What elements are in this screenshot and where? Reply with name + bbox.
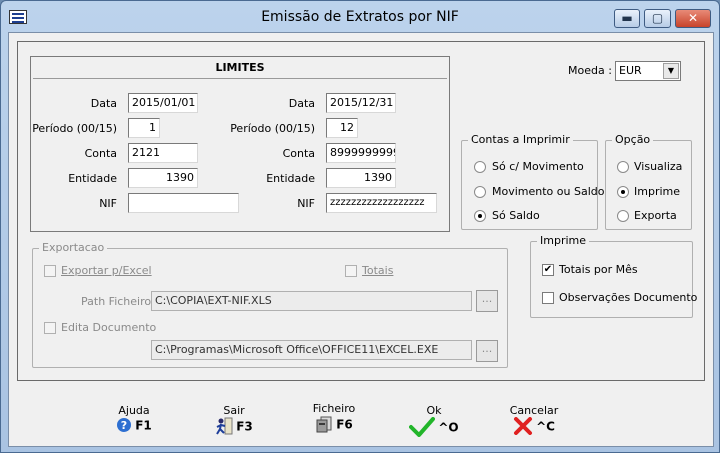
totais-mes-checkbox[interactable]: ✔: [542, 264, 554, 276]
exportar-checkbox[interactable]: [44, 265, 56, 277]
exit-button[interactable]: Sair F3: [199, 404, 269, 438]
limites-title: LIMITES: [33, 59, 447, 79]
file-key: F6: [336, 417, 353, 432]
observacoes-label: Observações Documento: [559, 291, 698, 304]
moeda-select[interactable]: EUR ▼: [615, 61, 681, 81]
edita-checkbox[interactable]: [44, 322, 56, 334]
opcao-group: Opção Visualiza Imprime Exporta: [605, 133, 692, 230]
contas-radio-1[interactable]: [474, 186, 486, 198]
exit-icon: [215, 417, 233, 438]
help-button[interactable]: Ajuda ? F1: [99, 404, 169, 436]
dialog-client: LIMITES Data 2015/01/01 Período (00/15) …: [8, 32, 714, 447]
contas-radio-0[interactable]: [474, 161, 486, 173]
ok-icon: [409, 417, 436, 440]
exit-caption: Sair: [223, 404, 245, 417]
chevron-down-icon[interactable]: ▼: [663, 63, 679, 79]
label-data-to: Data: [288, 97, 315, 110]
opcao-label-1: Imprime: [634, 185, 681, 198]
totais-label: Totais: [362, 264, 394, 277]
edita-label: Edita Documento: [61, 321, 157, 334]
data-to-input[interactable]: 2015/12/31: [326, 93, 396, 113]
label-periodo-to: Período (00/15): [230, 122, 315, 135]
exe-input[interactable]: C:\Programas\Microsoft Office\OFFICE11\E…: [151, 340, 472, 360]
opcao-label-0: Visualiza: [634, 160, 683, 173]
help-icon: ?: [116, 417, 132, 436]
ok-caption: Ok: [426, 404, 442, 417]
contas-radio-2[interactable]: [474, 210, 486, 222]
file-caption: Ficheiro: [312, 402, 356, 415]
path-browse-button[interactable]: ...: [476, 290, 498, 312]
contas-title: Contas a Imprimir: [468, 133, 573, 146]
minimize-button[interactable]: ▬: [614, 9, 640, 28]
label-entidade-from: Entidade: [68, 172, 117, 185]
periodo-from-input[interactable]: 1: [128, 118, 160, 138]
totais-checkbox[interactable]: [345, 265, 357, 277]
contas-label-0: Só c/ Movimento: [492, 160, 584, 173]
conta-from-input[interactable]: 2121: [128, 143, 198, 163]
file-icon: [315, 415, 333, 436]
label-conta-from: Conta: [84, 147, 117, 160]
exportacao-title: Exportacao: [39, 241, 108, 254]
ok-key: ^O: [438, 420, 459, 435]
moeda-label: Moeda :: [568, 64, 612, 77]
opcao-title: Opção: [612, 133, 654, 146]
observacoes-checkbox[interactable]: [542, 292, 554, 304]
help-caption: Ajuda: [118, 404, 150, 417]
opcao-radio-0[interactable]: [617, 161, 629, 173]
totais-mes-label: Totais por Mês: [559, 263, 638, 276]
exe-browse-button[interactable]: ...: [476, 340, 498, 362]
entidade-to-input[interactable]: 1390: [326, 168, 396, 188]
entidade-from-input[interactable]: 1390: [128, 168, 198, 188]
label-conta-to: Conta: [282, 147, 315, 160]
file-button[interactable]: Ficheiro F6: [299, 402, 369, 436]
contas-label-1: Movimento ou Saldo: [492, 185, 605, 198]
path-input[interactable]: C:\COPIA\EXT-NIF.XLS: [151, 291, 472, 311]
opcao-radio-1[interactable]: [617, 186, 629, 198]
periodo-to-input[interactable]: 12: [326, 118, 358, 138]
cancel-icon: [513, 417, 533, 438]
cancel-button[interactable]: Cancelar ^C: [499, 404, 569, 438]
label-periodo-from: Período (00/15): [32, 122, 117, 135]
help-key: F1: [135, 418, 152, 433]
nif-to-input[interactable]: zzzzzzzzzzzzzzzzzz: [326, 193, 437, 213]
moeda-value: EUR: [619, 64, 642, 77]
app-window: Emissão de Extratos por NIF ▬ ▢ ✕ LIMITE…: [0, 0, 720, 453]
conta-to-input[interactable]: 8999999999: [326, 143, 396, 163]
main-panel: LIMITES Data 2015/01/01 Período (00/15) …: [17, 41, 705, 381]
label-nif-to: NIF: [297, 197, 315, 210]
contas-group: Contas a Imprimir Só c/ Movimento Movime…: [461, 133, 604, 230]
label-nif-from: NIF: [99, 197, 117, 210]
title-bar: Emissão de Extratos por NIF ▬ ▢ ✕: [1, 1, 719, 33]
label-data-from: Data: [90, 97, 117, 110]
cancel-key: ^C: [536, 419, 555, 434]
label-entidade-to: Entidade: [266, 172, 315, 185]
opcao-radio-2[interactable]: [617, 210, 629, 222]
imprime-title: Imprime: [537, 234, 590, 247]
cancel-caption: Cancelar: [509, 404, 559, 417]
data-from-input[interactable]: 2015/01/01: [128, 93, 198, 113]
imprime-group: Imprime ✔ Totais por Mês Observações Doc…: [530, 234, 697, 318]
exportacao-group: Exportacao Exportar p/Excel Totais Path …: [32, 241, 508, 368]
exportar-label: Exportar p/Excel: [61, 264, 152, 277]
ok-button[interactable]: Ok ^O: [399, 404, 469, 440]
window-title: Emissão de Extratos por NIF: [261, 9, 459, 25]
close-button[interactable]: ✕: [675, 9, 711, 28]
limites-panel: LIMITES Data 2015/01/01 Período (00/15) …: [30, 56, 450, 232]
exit-key: F3: [236, 419, 253, 434]
path-label: Path Ficheiro: [81, 295, 152, 308]
opcao-label-2: Exporta: [634, 209, 677, 222]
svg-text:?: ?: [121, 419, 127, 432]
contas-label-2: Só Saldo: [492, 209, 540, 222]
maximize-button[interactable]: ▢: [644, 9, 671, 28]
